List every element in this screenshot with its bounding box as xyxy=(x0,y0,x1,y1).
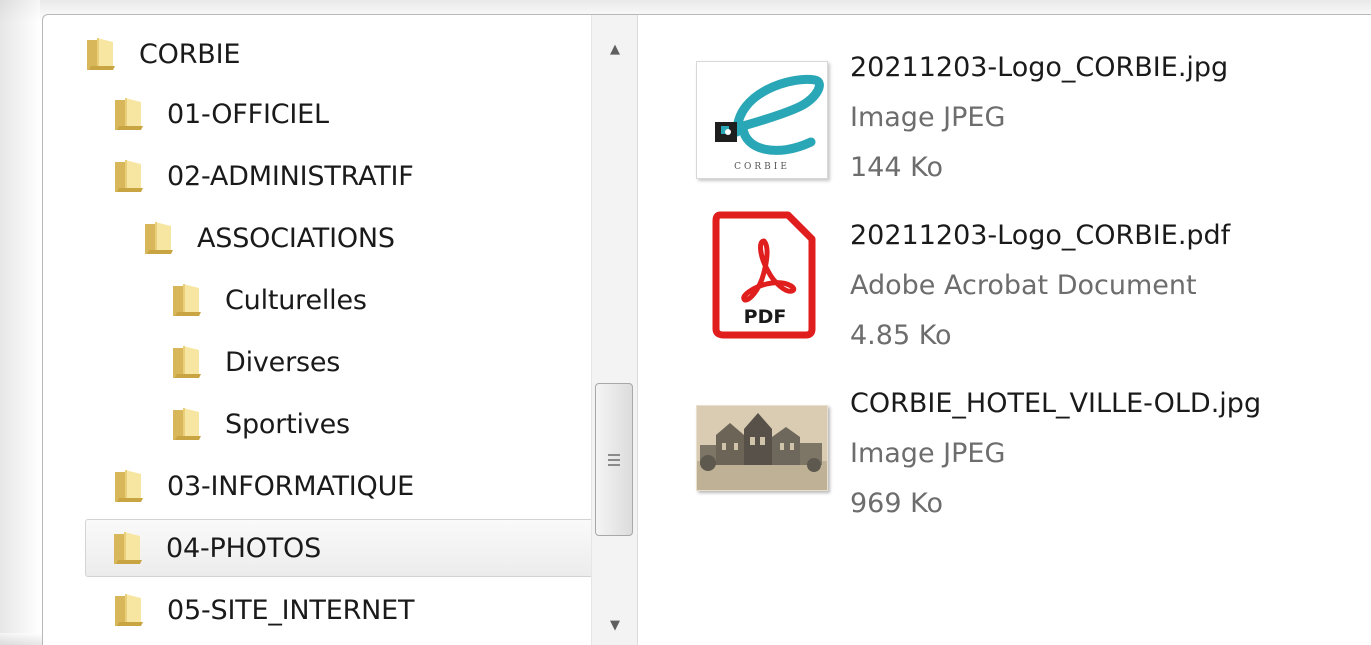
tree-item-label: 01-OFFICIEL xyxy=(167,98,329,130)
arrow-down-icon: ▼ xyxy=(610,617,620,633)
tree-item-sportives[interactable]: Sportives xyxy=(171,395,350,453)
folder-icon xyxy=(171,406,203,442)
file-name: 20211203-Logo_CORBIE.jpg xyxy=(850,52,1229,83)
tree-item-label: 05-SITE_INTERNET xyxy=(167,594,415,626)
file-size: 144 Ko xyxy=(850,152,943,183)
tree-item-label: 02-ADMINISTRATIF xyxy=(167,160,414,192)
pdf-file-icon: PDF xyxy=(696,211,828,343)
folder-icon xyxy=(113,158,145,194)
file-size: 4.85 Ko xyxy=(850,320,952,351)
tree-item-label: Sportives xyxy=(225,408,350,440)
folder-icon xyxy=(112,530,144,566)
corbie-logo-thumbnail: CORBIE xyxy=(696,43,828,179)
file-name: CORBIE_HOTEL_VILLE-OLD.jpg xyxy=(850,388,1262,419)
file-details: 20211203-Logo_CORBIE.pdf Adobe Acrobat D… xyxy=(850,211,1370,361)
tree-item-label: 04-PHOTOS xyxy=(166,532,322,564)
folder-icon xyxy=(113,468,145,504)
file-type: Adobe Acrobat Document xyxy=(850,270,1197,301)
tree-item-04-photos[interactable]: 04-PHOTOS xyxy=(85,519,623,577)
tree-item-label: CORBIE xyxy=(139,38,241,70)
folder-icon xyxy=(85,36,117,72)
corbie-logo-icon: CORBIE xyxy=(715,74,824,172)
window-shadow xyxy=(0,0,40,645)
file-size: 969 Ko xyxy=(850,488,943,519)
folder-icon xyxy=(143,220,175,256)
navigation-tree: CORBIE 01-OFFICIEL 02-ADMINISTRATIF ASSO… xyxy=(43,15,623,645)
file-type: Image JPEG xyxy=(850,438,1006,469)
pdf-icon: PDF xyxy=(712,211,816,339)
file-item-hotel-ville-jpg[interactable]: CORBIE_HOTEL_VILLE-OLD.jpg Image JPEG 96… xyxy=(696,379,1371,539)
tree-item-label: Culturelles xyxy=(225,284,367,316)
logo-image: CORBIE xyxy=(696,61,828,179)
tree-item-02-administratif[interactable]: 02-ADMINISTRATIF xyxy=(113,147,414,205)
tree-item-03-informatique[interactable]: 03-INFORMATIQUE xyxy=(113,457,414,515)
tree-item-corbie[interactable]: CORBIE xyxy=(85,25,240,83)
tree-item-label: Diverses xyxy=(225,346,341,378)
file-details: 20211203-Logo_CORBIE.jpg Image JPEG 144 … xyxy=(850,43,1370,193)
grip-icon xyxy=(608,453,620,466)
file-item-logo-pdf[interactable]: PDF 20211203-Logo_CORBIE.pdf Adobe Acrob… xyxy=(696,211,1371,371)
old-photo-thumbnail xyxy=(696,379,828,511)
file-details: CORBIE_HOTEL_VILLE-OLD.jpg Image JPEG 96… xyxy=(850,379,1370,529)
file-type: Image JPEG xyxy=(850,102,1006,133)
scroll-down-button[interactable]: ▼ xyxy=(592,605,638,645)
arrow-up-icon: ▲ xyxy=(610,41,620,57)
folder-icon xyxy=(171,282,203,318)
folder-icon xyxy=(113,96,145,132)
tree-item-label: ASSOCIATIONS xyxy=(197,222,395,254)
photo-image xyxy=(696,405,828,491)
tree-item-label: 03-INFORMATIQUE xyxy=(167,470,415,502)
folder-icon xyxy=(113,592,145,628)
file-name: 20211203-Logo_CORBIE.pdf xyxy=(850,220,1231,251)
explorer-window: CORBIE 01-OFFICIEL 02-ADMINISTRATIF ASSO… xyxy=(42,14,1371,645)
tree-item-diverses[interactable]: Diverses xyxy=(171,333,340,391)
explorer-screenshot: CORBIE 01-OFFICIEL 02-ADMINISTRATIF ASSO… xyxy=(0,0,1371,645)
tree-scrollbar[interactable]: ▲ ▼ xyxy=(591,15,638,645)
file-item-logo-jpg[interactable]: CORBIE 20211203-Logo_CORBIE.jpg Image JP… xyxy=(696,43,1371,203)
file-list: CORBIE 20211203-Logo_CORBIE.jpg Image JP… xyxy=(638,15,1371,645)
pdf-label: PDF xyxy=(744,306,787,328)
scrollbar-thumb[interactable] xyxy=(595,383,633,536)
tree-item-associations[interactable]: ASSOCIATIONS xyxy=(143,209,395,267)
tree-item-01-officiel[interactable]: 01-OFFICIEL xyxy=(113,85,329,143)
tree-item-culturelles[interactable]: Culturelles xyxy=(171,271,367,329)
folder-icon xyxy=(171,344,203,380)
scroll-up-button[interactable]: ▲ xyxy=(592,29,638,69)
tree-item-05-site-internet[interactable]: 05-SITE_INTERNET xyxy=(113,581,414,639)
logo-caption: CORBIE xyxy=(734,162,790,172)
